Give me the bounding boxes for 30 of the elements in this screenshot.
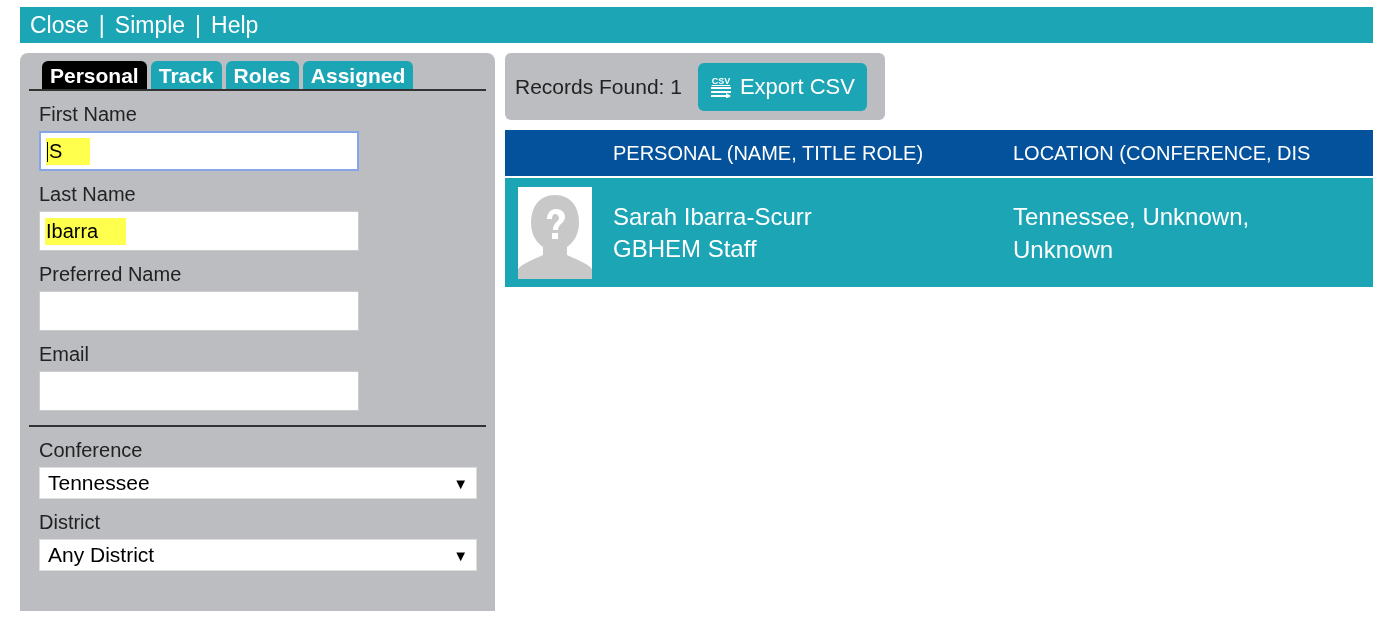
export-button[interactable]: CSV Export CSV <box>697 62 867 111</box>
separator: | <box>195 11 202 39</box>
result-row[interactable]: Sarah Ibarra-Scurr GBHEM Staff Tennessee, Unknown, Unknown <box>505 178 1373 287</box>
dropdown[interactable]: Any District ▼ <box>39 539 477 571</box>
avatar-placeholder-icon <box>518 186 592 279</box>
field-label: Preferred Name <box>39 263 183 285</box>
person-name: Sarah Ibarra-Scurr <box>613 201 813 232</box>
column-header: LOCATION (CONFERENCE, DIS <box>1013 141 1311 165</box>
field-label: Email <box>39 343 90 365</box>
person-location: Tennessee, Unknown, Unknown <box>1013 201 1251 265</box>
tab[interactable]: Roles <box>225 61 299 89</box>
tab[interactable]: Track <box>150 61 222 89</box>
tab[interactable]: Personal <box>42 61 147 89</box>
top-link[interactable]: Close <box>30 11 89 39</box>
input-field[interactable] <box>39 291 359 331</box>
dropdown[interactable]: Tennessee ▼ <box>39 467 477 499</box>
input-field[interactable] <box>39 371 359 411</box>
records-count: Records Found: 1 <box>515 74 682 99</box>
field-label: Last Name <box>39 183 137 205</box>
top-link[interactable]: Simple <box>114 11 186 39</box>
input-field[interactable]: Ibarra <box>39 211 359 251</box>
input-field[interactable]: S <box>39 131 359 171</box>
separator: | <box>98 11 105 39</box>
field-label: District <box>39 511 102 533</box>
tab[interactable]: Assigned <box>302 61 414 89</box>
field-label: First Name <box>39 103 138 125</box>
field-label: Conference <box>39 439 144 461</box>
column-header: PERSONAL (NAME, TITLE ROLE) <box>613 141 925 165</box>
person-role: GBHEM Staff <box>613 233 758 264</box>
top-link[interactable]: Help <box>211 11 259 39</box>
